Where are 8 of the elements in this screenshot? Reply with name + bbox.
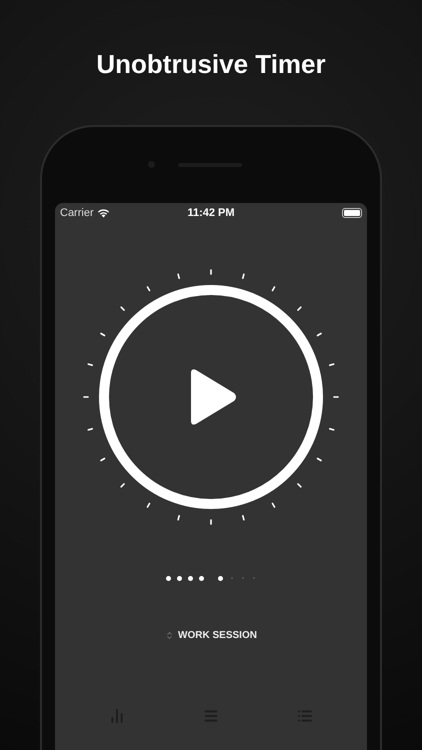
wifi-icon — [96, 208, 110, 218]
up-down-icon — [165, 631, 174, 640]
clock: 11:42 PM — [187, 206, 235, 221]
battery-icon — [342, 208, 362, 218]
session-type-selector[interactable]: WORK SESSION — [165, 628, 257, 643]
carrier-label: Carrier — [60, 206, 94, 221]
headline: Unobtrusive Timer — [96, 48, 326, 81]
session-label: WORK SESSION — [178, 629, 257, 643]
